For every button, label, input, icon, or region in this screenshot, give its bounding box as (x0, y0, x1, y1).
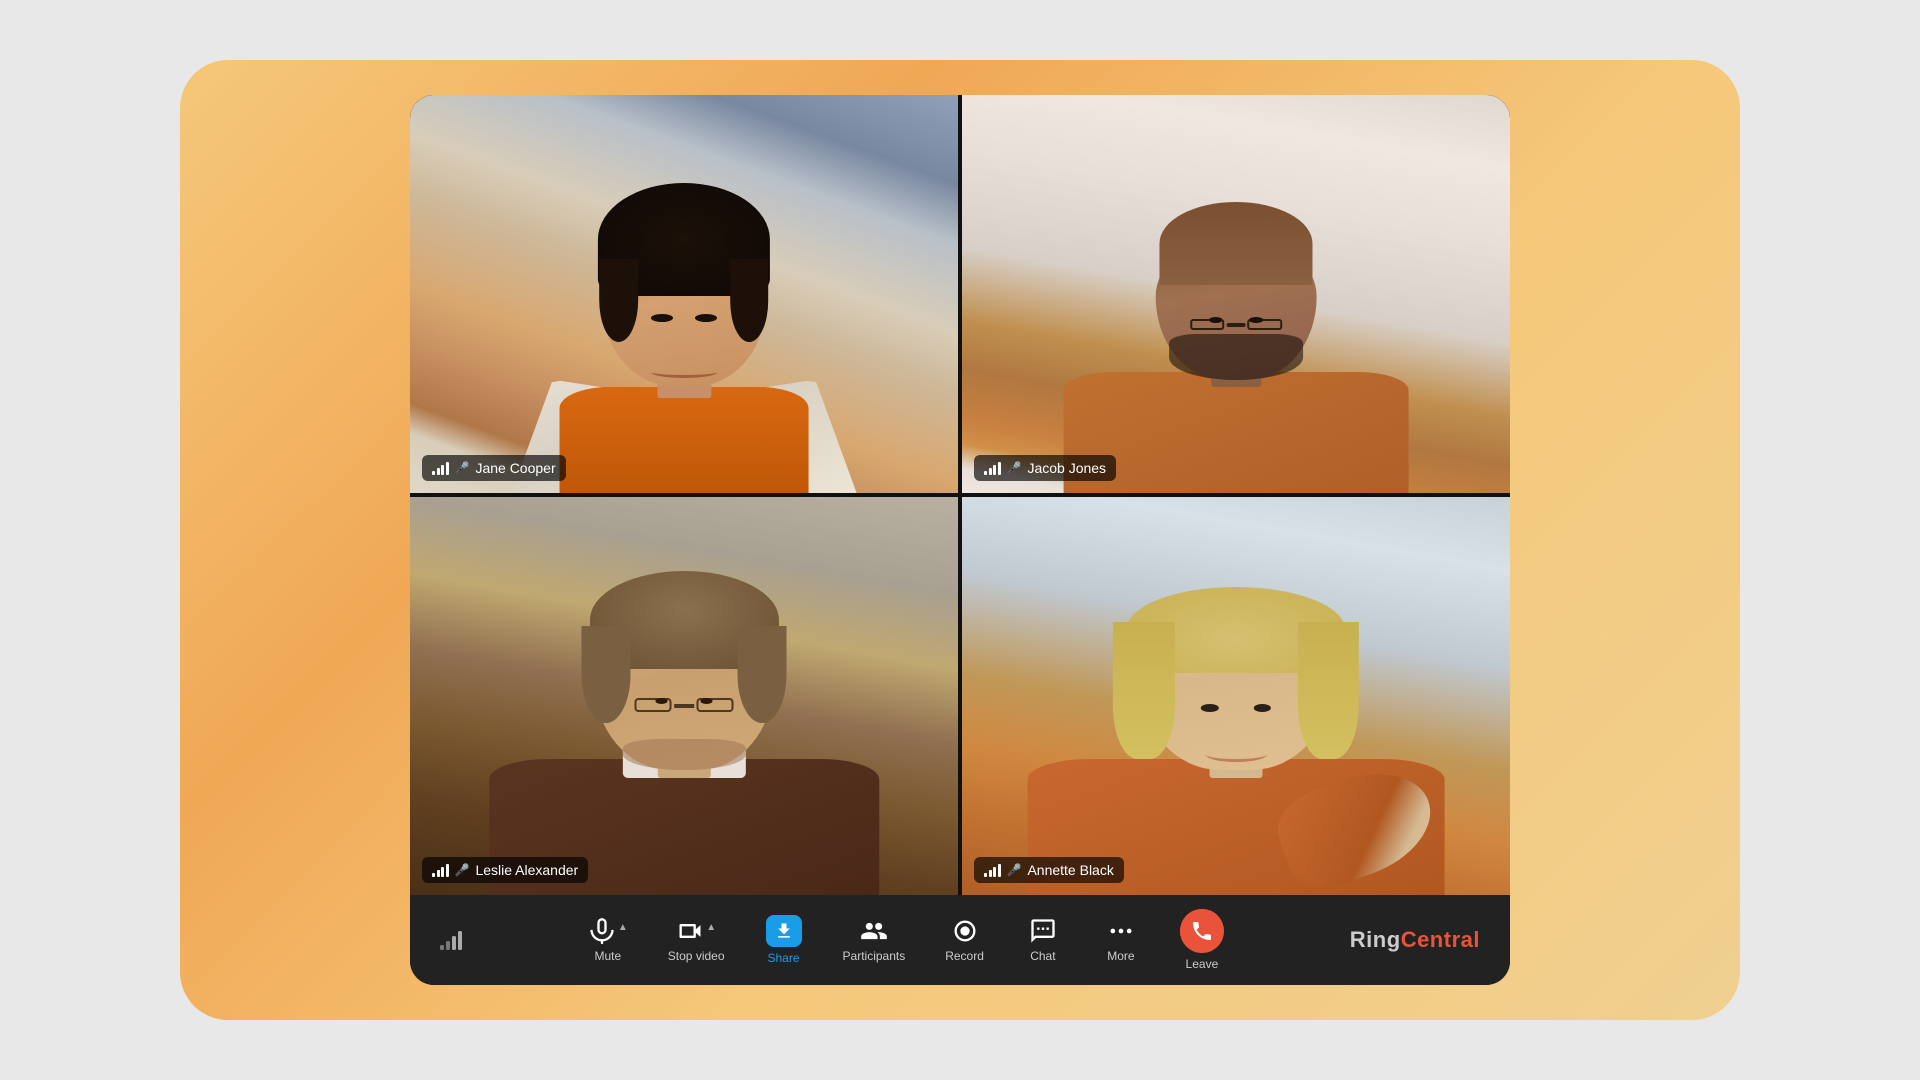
toolbar: ▲ Mute ▲ Stop video (410, 895, 1510, 985)
share-label: Share (768, 951, 800, 965)
participant-name-jane: Jane Cooper (475, 460, 555, 476)
outer-wrapper: 🎤 Jane Cooper (180, 60, 1740, 1020)
participant-label-jacob: 🎤 Jacob Jones (974, 455, 1116, 481)
record-icon (951, 917, 979, 945)
chat-label: Chat (1030, 949, 1055, 963)
brand-accent: Central (1401, 927, 1480, 952)
participant-name-leslie: Leslie Alexander (475, 862, 578, 878)
record-label: Record (945, 949, 984, 963)
signal-icon-jane (432, 461, 449, 475)
leave-icon (1180, 909, 1224, 953)
toolbar-left (440, 930, 462, 950)
participant-label-annette: 🎤 Annette Black (974, 857, 1124, 883)
app-container: 🎤 Jane Cooper (410, 95, 1510, 985)
signal-icon-annette (984, 863, 1001, 877)
leave-label: Leave (1186, 957, 1219, 971)
stop-video-label: Stop video (668, 949, 725, 963)
participant-name-jacob: Jacob Jones (1027, 460, 1106, 476)
participants-icon (860, 917, 888, 945)
mic-icon-jacob: 🎤 (1007, 461, 1022, 475)
share-icon (766, 915, 802, 947)
mic-icon-annette: 🎤 (1007, 863, 1022, 877)
share-button[interactable]: Share (749, 907, 819, 973)
participants-button[interactable]: Participants (827, 909, 922, 971)
share-icon-wrapper (766, 915, 802, 947)
video-tile-jane: 🎤 Jane Cooper (410, 95, 958, 493)
mic-icon-jane: 🎤 (455, 461, 470, 475)
more-label: More (1107, 949, 1134, 963)
more-button[interactable]: More (1086, 909, 1156, 971)
leave-button[interactable]: Leave (1164, 901, 1240, 979)
participant-name-annette: Annette Black (1027, 862, 1113, 878)
mute-arrow: ▲ (618, 922, 628, 933)
participant-label-leslie: 🎤 Leslie Alexander (422, 857, 588, 883)
signal-bars-toolbar (440, 930, 462, 950)
stop-video-arrow: ▲ (706, 922, 716, 933)
more-icon (1107, 917, 1135, 945)
brand-name: RingCentral (1350, 927, 1480, 953)
mic-icon-leslie: 🎤 (455, 863, 470, 877)
toolbar-center: ▲ Mute ▲ Stop video (572, 901, 1240, 979)
signal-icon-leslie (432, 863, 449, 877)
toolbar-right: RingCentral (1350, 927, 1480, 953)
video-tile-annette: 🎤 Annette Black (962, 497, 1510, 895)
stop-video-button[interactable]: ▲ Stop video (652, 909, 741, 971)
mute-icon: ▲ (588, 917, 628, 945)
chat-icon (1029, 917, 1057, 945)
stop-video-icon: ▲ (676, 917, 716, 945)
participants-label: Participants (843, 949, 906, 963)
video-tile-jacob: 🎤 Jacob Jones (962, 95, 1510, 493)
video-grid: 🎤 Jane Cooper (410, 95, 1510, 895)
chat-button[interactable]: Chat (1008, 909, 1078, 971)
video-tile-leslie: 🎤 Leslie Alexander (410, 497, 958, 895)
mute-button[interactable]: ▲ Mute (572, 909, 644, 971)
participant-label-jane: 🎤 Jane Cooper (422, 455, 566, 481)
record-button[interactable]: Record (929, 909, 1000, 971)
mute-label: Mute (595, 949, 622, 963)
signal-icon-jacob (984, 461, 1001, 475)
